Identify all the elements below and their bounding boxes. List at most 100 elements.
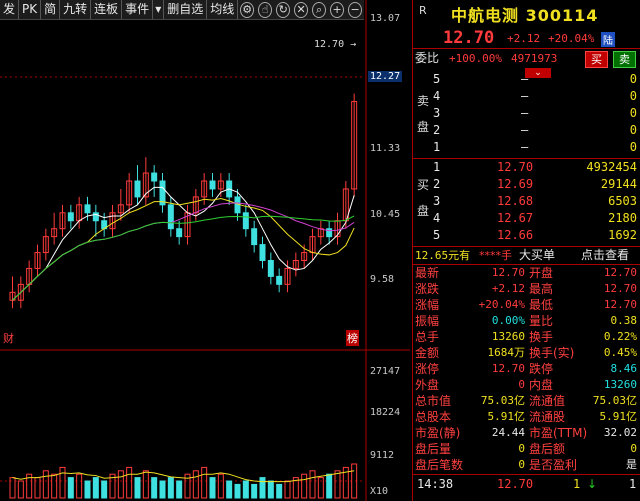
- weibi-label: 委比: [415, 51, 440, 65]
- stat-value: 12.70: [603, 282, 637, 295]
- volume-bar: [17, 480, 24, 499]
- volume-bar: [151, 477, 158, 499]
- ask-price: –: [521, 106, 529, 120]
- quote-panel: R 中航电测 300114 12.70 +2.12 +20.04% 陆 委比 +…: [412, 0, 640, 501]
- volume-bar: [84, 480, 91, 499]
- price-axis-label-5: 9.58: [370, 274, 395, 285]
- stat-label: 量比: [529, 314, 554, 328]
- kline-chart[interactable]: [0, 0, 410, 501]
- tick-count: 1: [629, 477, 637, 491]
- volume-bar: [101, 480, 108, 499]
- ask-price: –: [521, 72, 529, 86]
- stat-value: 32.02: [603, 426, 637, 439]
- volume-unit: X10: [370, 486, 389, 497]
- bid-row[interactable]: 2 12.69 29144: [413, 176, 640, 193]
- ask-row[interactable]: 4 – 0: [413, 88, 640, 105]
- settings-icon[interactable]: ⚙: [240, 1, 255, 18]
- stat-value: 75.03亿: [480, 394, 525, 407]
- toolbar-lianban[interactable]: 连板: [91, 0, 123, 19]
- current-price: 12.70: [443, 28, 495, 48]
- price-change: +2.12: [507, 32, 541, 45]
- refresh-icon[interactable]: ↻: [276, 1, 291, 18]
- sell-button[interactable]: 卖: [613, 51, 636, 68]
- chart-toolbar: 发 PK 简 九转 连板 事件 ▾ 删自选 均线 ⚙ ☝ ↻ ✕ ⌕ + −: [0, 0, 364, 20]
- weibi-row: 委比 +100.00% 4971973 买 卖: [413, 50, 640, 68]
- stat-label: 换手(实): [529, 346, 575, 360]
- stat-value: 0: [518, 458, 525, 471]
- stat-label: 最低: [529, 298, 554, 312]
- stat-label: 是否盈利: [529, 458, 578, 472]
- volume-bar: [134, 477, 141, 499]
- bid-volume: 29144: [600, 177, 637, 191]
- ask-row[interactable]: 1 – 0: [413, 139, 640, 156]
- weicha-value: 4971973: [511, 52, 558, 65]
- stat-label: 最高: [529, 282, 554, 296]
- stat-value: 75.03亿: [592, 394, 637, 407]
- ask-row[interactable]: 5 – 0: [413, 71, 640, 88]
- ask-row[interactable]: 3 – 0: [413, 105, 640, 122]
- toolbar-junxian[interactable]: 均线: [207, 0, 239, 19]
- toolbar-dropdown[interactable]: ▾: [153, 0, 165, 19]
- right-badge[interactable]: 榜: [346, 330, 359, 346]
- stat-label: 市盈(静): [415, 426, 461, 440]
- ask-row[interactable]: 2 – 0: [413, 122, 640, 139]
- board-badge: 陆: [601, 32, 615, 47]
- stat-label: 流通股: [529, 410, 566, 424]
- plus-icon[interactable]: +: [330, 1, 345, 18]
- bid-row[interactable]: 3 12.68 6503: [413, 193, 640, 210]
- bid-row[interactable]: 5 12.66 1692: [413, 227, 640, 244]
- stat-row: 总股本 5.91亿 流通股 5.91亿: [413, 409, 640, 425]
- stat-value: 12.70: [491, 362, 525, 375]
- stat-label: 换手: [529, 330, 554, 344]
- toolbar-jiuzhuan[interactable]: 九转: [60, 0, 92, 19]
- stat-row: 金额 1684万 换手(实) 0.45%: [413, 345, 640, 361]
- chart-canvas[interactable]: [0, 0, 410, 501]
- stat-label: 盘后笔数: [415, 458, 464, 472]
- zoom-in-icon[interactable]: ⌕: [312, 1, 327, 18]
- toolbar-jian[interactable]: 简: [41, 0, 61, 19]
- price-axis-label-1: 13.07: [370, 13, 401, 24]
- stat-label: 跌停: [529, 362, 554, 376]
- toolbar-pk[interactable]: PK: [19, 0, 42, 19]
- bid-level: 5: [433, 228, 441, 242]
- ask-price: –: [521, 89, 529, 103]
- stat-value: +2.12: [491, 282, 525, 295]
- toolbar-remove-watchlist[interactable]: 删自选: [164, 0, 208, 19]
- volume-bar: [234, 483, 241, 499]
- volume-bar: [242, 480, 249, 499]
- volume-bar: [142, 470, 149, 499]
- minus-icon[interactable]: −: [348, 1, 363, 18]
- ask-level: 3: [433, 106, 441, 120]
- candle-body: [251, 228, 258, 246]
- stat-value: 是: [626, 458, 637, 471]
- bid-level: 2: [433, 177, 441, 191]
- volume-bar: [217, 473, 224, 499]
- ask-price: –: [521, 123, 529, 137]
- stat-label: 开盘: [529, 266, 554, 280]
- close-icon[interactable]: ✕: [294, 1, 309, 18]
- hand-icon[interactable]: ☝: [258, 1, 273, 18]
- stat-label: 总股本: [415, 410, 452, 424]
- volume-bar: [226, 480, 233, 499]
- toolbar-shijian[interactable]: 事件: [122, 0, 154, 19]
- stat-value: 13260: [491, 330, 525, 343]
- ask-level: 1: [433, 140, 441, 154]
- stat-label: 总手: [415, 330, 440, 344]
- stat-value: 12.70: [491, 266, 525, 279]
- volume-bar: [59, 466, 66, 499]
- toolbar-fa[interactable]: 发: [0, 0, 20, 19]
- stat-label: 总市值: [415, 394, 452, 408]
- stat-row: 总市值 75.03亿 流通值 75.03亿: [413, 393, 640, 409]
- buy-button[interactable]: 买: [585, 51, 608, 68]
- left-badge[interactable]: 财: [3, 330, 14, 346]
- volume-axis-label-1: 27147: [370, 366, 401, 377]
- stat-row: 涨幅 +20.04% 最低 12.70: [413, 297, 640, 313]
- bid-row[interactable]: 1 12.70 4932454: [413, 159, 640, 176]
- tick-row: 14:38 12.70 1 ↓ 1: [413, 476, 640, 493]
- big-order-label: 大买单: [519, 248, 556, 262]
- volume-bar: [176, 480, 183, 499]
- stat-label: 最新: [415, 266, 440, 280]
- stat-row: 最新 12.70 开盘 12.70: [413, 265, 640, 281]
- big-order-link[interactable]: 点击查看: [581, 247, 629, 264]
- bid-row[interactable]: 4 12.67 2180: [413, 210, 640, 227]
